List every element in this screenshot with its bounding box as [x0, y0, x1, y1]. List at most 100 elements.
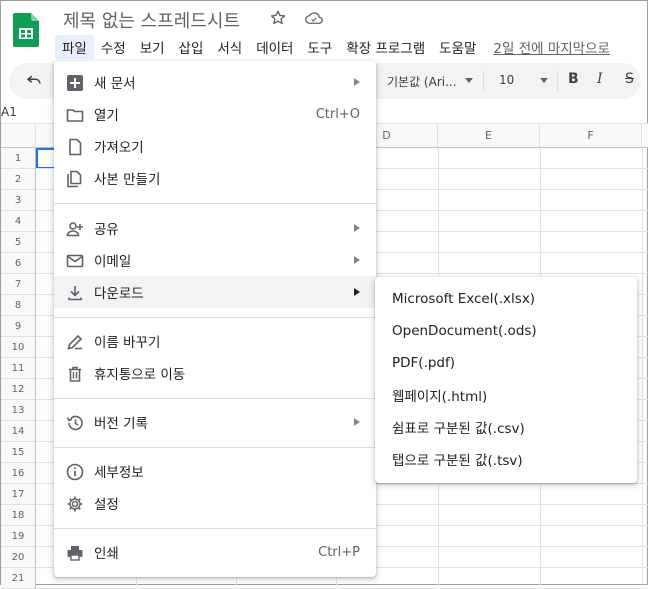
menu-separator	[54, 317, 376, 318]
submenu-item-label: 탭으로 구분된 값(.tsv)	[392, 453, 523, 469]
menu-item-label: 새 문서	[94, 76, 136, 92]
document-title[interactable]: 제목 없는 스프레드시트	[63, 7, 240, 33]
strikethrough-button[interactable]: S	[625, 71, 634, 87]
menu-item-label: 공유	[94, 222, 119, 238]
menu-item-details[interactable]: 세부정보	[54, 455, 376, 487]
menu-item-make-copy[interactable]: 사본 만들기	[54, 162, 376, 194]
menu-tools[interactable]: 도구	[300, 35, 339, 59]
submenu-item-label: Microsoft Excel(.xlsx)	[392, 291, 536, 307]
chevron-down-icon[interactable]	[540, 78, 548, 83]
menu-separator	[54, 528, 376, 529]
row-header[interactable]: 13	[1, 400, 36, 421]
row-header[interactable]: 16	[1, 463, 36, 484]
toolbar-divider	[557, 71, 558, 91]
row-header[interactable]: 12	[1, 379, 36, 400]
row-header[interactable]: 6	[1, 253, 36, 274]
row-header[interactable]: 3	[1, 190, 36, 211]
menu-item-label: 사본 만들기	[94, 172, 161, 188]
bold-button[interactable]: B	[568, 71, 579, 87]
download-tsv[interactable]: 탭으로 구분된 값(.tsv)	[375, 443, 637, 475]
menu-item-label: 세부정보	[94, 465, 144, 481]
cloud-status-icon[interactable]	[305, 10, 323, 26]
row-header[interactable]: 4	[1, 211, 36, 232]
submenu-item-label: 웹페이지(.html)	[392, 389, 488, 405]
column-header-e[interactable]: E	[438, 124, 540, 148]
menu-item-label: 가져오기	[94, 140, 144, 156]
row-header[interactable]: 19	[1, 526, 36, 547]
row-header[interactable]: 20	[1, 547, 36, 568]
file-icon	[66, 138, 84, 156]
last-edit-link[interactable]: 2일 전에 마지막으로	[493, 37, 610, 57]
select-all-corner[interactable]	[1, 124, 36, 148]
grid-line	[642, 148, 643, 586]
download-csv[interactable]: 쉼표로 구분된 값(.csv)	[375, 411, 637, 443]
row-header[interactable]: 18	[1, 505, 36, 526]
menu-bar: 파일 수정 보기 삽입 서식 데이터 도구 확장 프로그램 도움말 2일 전에 …	[55, 35, 610, 59]
submenu-item-label: PDF(.pdf)	[392, 355, 456, 371]
menu-item-download[interactable]: 다운로드	[54, 276, 376, 308]
menu-item-settings[interactable]: 설정	[54, 487, 376, 519]
menu-item-label: 이메일	[94, 254, 132, 270]
trash-icon	[66, 365, 84, 383]
row-header[interactable]: 9	[1, 316, 36, 337]
column-header-f[interactable]: F	[540, 124, 642, 148]
download-html[interactable]: 웹페이지(.html)	[375, 379, 637, 411]
menu-item-label: 설정	[94, 497, 119, 513]
folder-icon	[66, 106, 84, 124]
menu-item-print[interactable]: 인쇄 Ctrl+P	[54, 536, 376, 568]
submenu-item-label: OpenDocument(.ods)	[392, 323, 537, 339]
row-header[interactable]: 11	[1, 358, 36, 379]
submenu-arrow-icon	[354, 78, 360, 86]
row-header[interactable]: 8	[1, 295, 36, 316]
menu-item-import[interactable]: 가져오기	[54, 130, 376, 162]
row-header[interactable]: 15	[1, 442, 36, 463]
menu-view[interactable]: 보기	[133, 35, 172, 59]
person-add-icon	[66, 220, 84, 238]
submenu-arrow-icon	[354, 256, 360, 264]
menu-item-email[interactable]: 이메일	[54, 244, 376, 276]
menu-help[interactable]: 도움말	[432, 35, 483, 59]
menu-item-version-history[interactable]: 버전 기록	[54, 406, 376, 438]
menu-separator	[54, 447, 376, 448]
menu-extensions[interactable]: 확장 프로그램	[339, 35, 432, 59]
row-header[interactable]: 2	[1, 169, 36, 190]
menu-item-move-to-trash[interactable]: 휴지통으로 이동	[54, 357, 376, 389]
undo-icon[interactable]	[25, 71, 43, 89]
menu-item-rename[interactable]: 이름 바꾸기	[54, 325, 376, 357]
info-icon	[66, 463, 84, 481]
menu-item-label: 이름 바꾸기	[94, 335, 161, 351]
column-header[interactable]	[642, 124, 648, 148]
download-pdf[interactable]: PDF(.pdf)	[375, 347, 637, 379]
download-ods[interactable]: OpenDocument(.ods)	[375, 315, 637, 347]
menu-edit[interactable]: 수정	[94, 35, 133, 59]
download-xlsx[interactable]: Microsoft Excel(.xlsx)	[375, 283, 637, 315]
menu-item-share[interactable]: 공유	[54, 212, 376, 244]
submenu-arrow-icon	[354, 288, 360, 296]
menu-item-open[interactable]: 열기 Ctrl+O	[54, 98, 376, 130]
menu-data[interactable]: 데이터	[249, 35, 300, 59]
font-size-select[interactable]: 10	[499, 73, 514, 87]
row-header[interactable]: 14	[1, 421, 36, 442]
row-header[interactable]: 5	[1, 232, 36, 253]
menu-insert[interactable]: 삽입	[172, 35, 211, 59]
toolbar-divider	[483, 71, 484, 91]
history-icon	[66, 414, 84, 432]
menu-item-new[interactable]: 새 문서	[54, 66, 376, 98]
row-header[interactable]: 7	[1, 274, 36, 295]
row-header[interactable]: 17	[1, 484, 36, 505]
menu-item-label: 인쇄	[94, 546, 119, 562]
name-box[interactable]: A1	[1, 105, 17, 119]
menu-file[interactable]: 파일	[55, 35, 94, 59]
menu-format[interactable]: 서식	[210, 35, 249, 59]
new-sheet-icon	[66, 74, 84, 92]
row-header[interactable]: 10	[1, 337, 36, 358]
star-icon[interactable]	[269, 9, 287, 27]
chevron-down-icon[interactable]	[465, 78, 473, 83]
font-family-select[interactable]: 기본값 (Ari...	[387, 73, 457, 90]
sheets-logo-icon[interactable]	[13, 13, 39, 47]
row-header[interactable]: 1	[1, 148, 36, 169]
submenu-item-label: 쉼표로 구분된 값(.csv)	[392, 421, 525, 437]
italic-button[interactable]: I	[597, 71, 603, 87]
row-header[interactable]: 21	[1, 568, 36, 589]
menu-separator	[54, 398, 376, 399]
